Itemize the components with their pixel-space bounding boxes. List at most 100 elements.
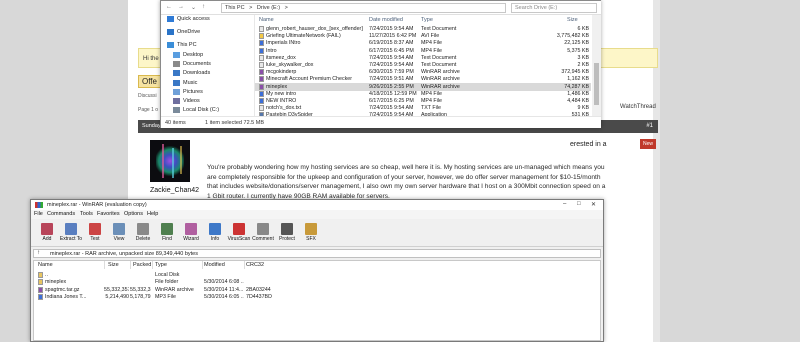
file-icon: [38, 279, 43, 285]
breadcrumb-separator-icon[interactable]: >: [285, 5, 288, 11]
archive-row[interactable]: spagtmc.tar.gz 55,332,35755,332,357 WinRAR…: [34, 286, 600, 294]
comment-icon: [257, 223, 269, 235]
file-list: Name Date modified Type Size glenn_rober…: [254, 15, 592, 119]
file-size: 4,484 KB: [567, 98, 589, 104]
column-header-packed[interactable]: Packed: [133, 262, 151, 268]
file-icon: [259, 83, 264, 90]
sidebar-item[interactable]: Pictures: [161, 89, 251, 98]
forward-icon[interactable]: →: [178, 4, 184, 10]
file-icon: [38, 286, 43, 293]
info-icon: [209, 223, 221, 235]
close-icon[interactable]: ✕: [591, 201, 596, 208]
menu-bar: File Commands Tools Favorites Options He…: [31, 210, 603, 219]
menu-commands[interactable]: Commands: [47, 211, 75, 217]
avatar[interactable]: [150, 140, 190, 182]
toolbar-extract-to-button[interactable]: Extract To: [59, 222, 83, 246]
file-name-cell: mineplex: [259, 83, 367, 90]
toolbar-button-label: Find: [162, 236, 172, 242]
watch-thread-link[interactable]: WatchThread: [620, 104, 656, 110]
column-header-name[interactable]: Name: [259, 17, 274, 23]
menu-file[interactable]: File: [34, 211, 43, 217]
recent-locations-icon[interactable]: ⌄: [191, 4, 196, 11]
column-header-name[interactable]: Name: [38, 262, 53, 268]
column-divider[interactable]: [130, 261, 131, 269]
toolbar-button-label: VirusScan: [227, 236, 251, 242]
up-icon[interactable]: ↑: [202, 4, 205, 10]
column-divider[interactable]: [202, 261, 203, 269]
archive-row[interactable]: mineplex File folder 5/30/2014 6:08 ...: [34, 279, 600, 287]
column-header-type[interactable]: Type: [421, 17, 433, 23]
column-divider[interactable]: [152, 261, 153, 269]
scrollbar-thumb[interactable]: [594, 63, 599, 105]
column-divider[interactable]: [244, 261, 245, 269]
column-header-date[interactable]: Date modified: [369, 17, 403, 23]
file-icon: [259, 105, 264, 112]
file-name: Griefing UltimateNetwork (FAIL): [266, 33, 341, 40]
column-header-crc[interactable]: CRC32: [246, 262, 264, 268]
sidebar-item[interactable]: Quick access: [161, 16, 251, 25]
file-name: itsmeez_dox: [266, 54, 296, 61]
archive-type: Local Disk: [155, 271, 180, 278]
breadcrumb-drive-e[interactable]: Drive (E:): [257, 5, 280, 11]
toolbar-test-button[interactable]: Test: [83, 222, 107, 246]
menu-options[interactable]: Options: [124, 211, 143, 217]
file-icon: [38, 294, 43, 300]
winrar-titlebar[interactable]: mineplex.rar - WinRAR (evaluation copy) …: [31, 200, 603, 210]
toolbar-comment-button[interactable]: Comment: [251, 222, 275, 246]
toolbar-wizard-button[interactable]: Wizard: [179, 222, 203, 246]
file-icon: [259, 54, 264, 61]
maximize-icon[interactable]: □: [577, 201, 581, 207]
back-icon[interactable]: ←: [166, 4, 172, 10]
file-icon: [259, 33, 264, 40]
file-list-scrollbar[interactable]: [592, 15, 601, 116]
sidebar-item-label: This PC: [177, 42, 197, 48]
sidebar-item[interactable]: Local Disk (C:): [161, 107, 251, 116]
column-header-modified[interactable]: Modified: [204, 262, 225, 268]
file-type: Text Document: [421, 62, 457, 68]
search-input[interactable]: Search Drive (E:): [511, 3, 597, 13]
sidebar-item[interactable]: Downloads: [161, 70, 251, 79]
sidebar-item[interactable]: Videos: [161, 98, 251, 107]
sidebar-item[interactable]: Documents: [161, 61, 251, 70]
toolbar-sfx-button[interactable]: SFX: [299, 222, 323, 246]
archive-type: WinRAR archive: [155, 286, 194, 293]
discussion-link[interactable]: Discussi: [138, 93, 157, 99]
column-header-size[interactable]: Size: [567, 17, 578, 23]
sidebar-item[interactable]: Desktop: [161, 52, 251, 61]
sidebar-item[interactable]: Music: [161, 80, 251, 89]
sidebar-item[interactable]: OneDrive: [161, 29, 251, 38]
minimize-icon[interactable]: –: [563, 201, 566, 207]
archive-row[interactable]: Indiana Jones T... 5,214,4905,178,792 MP3 …: [34, 294, 600, 302]
sfx-icon: [305, 223, 317, 235]
column-header-type[interactable]: Type: [155, 262, 167, 268]
file-size: 9 KB: [577, 105, 589, 112]
menu-help[interactable]: Help: [147, 211, 158, 217]
toolbar-find-button[interactable]: Find: [155, 222, 179, 246]
toolbar: Add Extract To Test View Delete Find Wizard Inf…: [31, 220, 603, 247]
toolbar-delete-button[interactable]: Delete: [131, 222, 155, 246]
toolbar-protect-button[interactable]: Protect: [275, 222, 299, 246]
archive-name-cell: Indiana Jones T...: [38, 294, 104, 300]
address-bar[interactable]: This PC > Drive (E:) >: [221, 3, 506, 13]
menu-favorites[interactable]: Favorites: [97, 211, 120, 217]
thread-prefix-tag[interactable]: Offe: [138, 75, 161, 88]
column-divider[interactable]: [104, 261, 105, 269]
archive-crc: 2BA03244: [246, 286, 271, 293]
breadcrumb-this-pc[interactable]: This PC: [225, 5, 245, 11]
archive-row[interactable]: .. Local Disk: [34, 271, 600, 279]
file-date: 6/17/2015 6:25 PM: [369, 98, 414, 104]
toolbar-add-button[interactable]: Add: [35, 222, 59, 246]
toolbar-view-button[interactable]: View: [107, 222, 131, 246]
column-header-size[interactable]: Size: [108, 262, 119, 268]
toolbar-button-label: Wizard: [183, 236, 199, 242]
post-username[interactable]: Zackie_Chan42: [150, 187, 199, 194]
sidebar-item[interactable]: This PC: [161, 42, 251, 51]
post-number[interactable]: #1: [646, 123, 653, 129]
menu-tools[interactable]: Tools: [80, 211, 93, 217]
up-folder-icon[interactable]: ↑: [37, 250, 40, 256]
toolbar-info-button[interactable]: Info: [203, 222, 227, 246]
music-icon: [173, 80, 180, 86]
breadcrumb-separator-icon[interactable]: >: [249, 5, 252, 11]
archive-path-bar[interactable]: ↑ mineplex.rar - RAR archive, unpacked s…: [33, 249, 601, 258]
toolbar-virusscan-button[interactable]: VirusScan: [227, 222, 251, 246]
